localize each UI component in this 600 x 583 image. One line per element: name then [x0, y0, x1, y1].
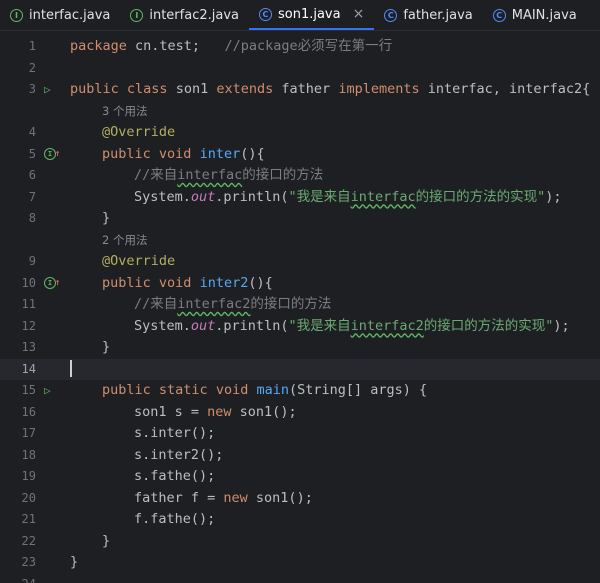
line-number: 12 — [21, 318, 36, 333]
line-number: 23 — [21, 555, 36, 569]
usages-hint[interactable]: 2 个用法 — [102, 233, 147, 247]
tab-father[interactable]: C father.java — [374, 0, 482, 30]
line-number: 5 — [28, 146, 36, 161]
code-line: 17 s.inter(); — [0, 423, 600, 445]
line-number: 20 — [21, 490, 36, 505]
editor-tab-bar: I interfac.java I interfac2.java C son1.… — [0, 0, 600, 31]
interface-icon: I — [130, 8, 144, 22]
line-number: 13 — [21, 340, 36, 354]
comment: //package必须写在第一行 — [200, 38, 393, 54]
tab-interfac[interactable]: I interfac.java — [0, 0, 120, 30]
keyword: package — [70, 38, 127, 54]
line-number: 4 — [28, 125, 36, 139]
code-line: 2 — [0, 58, 600, 80]
line-number: 14 — [21, 361, 36, 376]
tab-son1[interactable]: C son1.java × — [248, 0, 375, 30]
line-number: 10 — [21, 275, 36, 290]
usages-hint[interactable]: 3 个用法 — [102, 104, 147, 118]
usage-hint-row: 2 个用法 — [0, 230, 600, 252]
code-line: 13 } — [0, 337, 600, 359]
line-number: 18 — [21, 447, 36, 462]
code-line: 9 @Override — [0, 251, 600, 273]
code-line: 11 //来自interfac2的接口的方法 — [0, 294, 600, 316]
line-number: 17 — [21, 426, 36, 440]
code-editor[interactable]: 1 package cn.test; //package必须写在第一行 2 3 … — [0, 31, 600, 583]
annotation: @Override — [102, 124, 176, 140]
code-line: 4 @Override — [0, 122, 600, 144]
line-number: 21 — [21, 512, 36, 526]
line-number: 8 — [28, 211, 36, 225]
code-line: 10 I ↑ public void inter2(){ — [0, 273, 600, 295]
tab-label: interfac.java — [29, 7, 111, 23]
line-number: 24 — [0, 574, 44, 583]
tab-label: MAIN.java — [511, 7, 577, 23]
class-icon: C — [258, 7, 272, 21]
implements-method-icon[interactable]: I ↑ — [44, 144, 60, 166]
tab-label: son1.java — [277, 6, 341, 22]
tab-label: interfac2.java — [149, 7, 239, 23]
annotation: @Override — [102, 253, 176, 269]
line-number: 22 — [21, 533, 36, 548]
code-line: 24 — [0, 574, 600, 583]
close-icon[interactable]: × — [353, 6, 365, 22]
line-number: 3 — [28, 82, 36, 96]
code-line: 22 } — [0, 531, 600, 553]
class-icon: C — [384, 8, 398, 22]
line-number: 9 — [28, 254, 36, 268]
code-line: 19 s.fathe(); — [0, 466, 600, 488]
code-line: 3 ▷ public class son1 extends father imp… — [0, 79, 600, 101]
line-number: 6 — [28, 168, 36, 182]
code-line: 1 package cn.test; //package必须写在第一行 — [0, 36, 600, 58]
code-line: 16 son1 s = new son1(); — [0, 402, 600, 424]
line-number: 1 — [28, 39, 36, 53]
code-line: 5 I ↑ public void inter(){ — [0, 144, 600, 166]
implements-method-icon[interactable]: I ↑ — [44, 273, 60, 295]
line-number: 15 — [21, 383, 36, 397]
tab-label: father.java — [403, 7, 473, 23]
code-line: 21 f.fathe(); — [0, 509, 600, 531]
current-line: 14 — [0, 358, 600, 380]
line-number: 16 — [21, 404, 36, 419]
interface-icon: I — [10, 8, 23, 22]
code-line: 12 System.out.println("我是来自interfac2的接口的… — [0, 316, 600, 338]
usage-hint-row: 3 个用法 — [0, 101, 600, 123]
code-line: 15 ▷ public static void main(String[] ar… — [0, 380, 600, 402]
line-number: 19 — [21, 469, 36, 483]
code-line: 20 father f = new son1(); — [0, 488, 600, 510]
text-cursor — [70, 360, 72, 377]
line-number: 11 — [21, 297, 36, 311]
run-icon[interactable]: ▷ — [44, 79, 51, 101]
line-number: 2 — [28, 60, 36, 75]
code-line: 7 System.out.println("我是来自interfac的接口的方法… — [0, 187, 600, 209]
code-line: 8 } — [0, 208, 600, 230]
code-line: 6 //来自interfac的接口的方法 — [0, 165, 600, 187]
code-line: 18 s.inter2(); — [0, 445, 600, 467]
tab-main[interactable]: C MAIN.java — [483, 0, 587, 30]
class-icon: C — [492, 8, 506, 22]
run-icon[interactable]: ▷ — [44, 380, 51, 402]
line-number: 7 — [28, 189, 36, 204]
code-line: 23 } — [0, 552, 600, 574]
tab-interfac2[interactable]: I interfac2.java — [120, 0, 249, 30]
